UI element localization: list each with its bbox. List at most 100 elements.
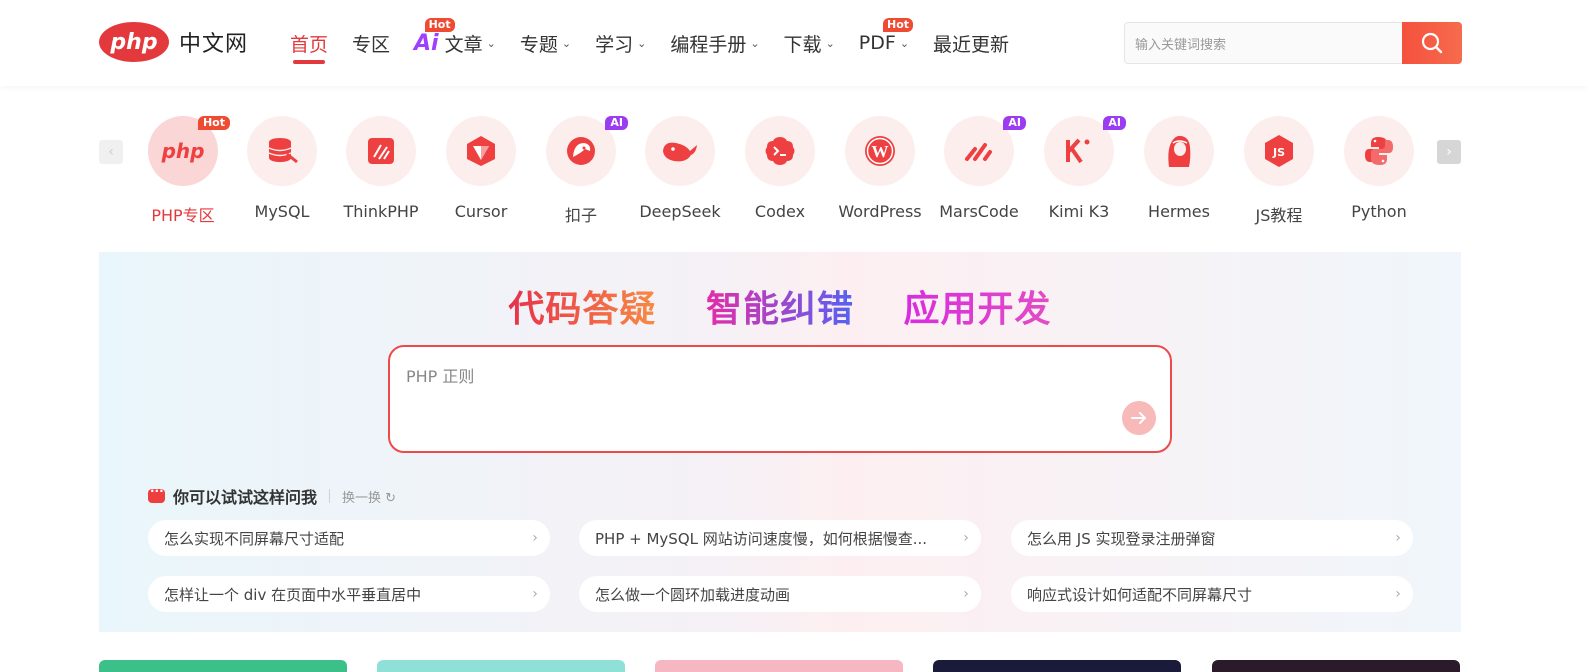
nav-learn-label: 学习 bbox=[595, 33, 634, 56]
nav-topics[interactable]: 专题 ⌄ bbox=[520, 0, 571, 86]
tool-kimi[interactable]: AI Kimi K3 bbox=[1029, 116, 1129, 221]
svg-text:JS: JS bbox=[1272, 146, 1285, 159]
chevron-right-icon: › bbox=[532, 586, 538, 602]
tool-label: DeepSeek bbox=[639, 202, 721, 221]
nav-pdf[interactable]: PDF ⌄ Hot bbox=[858, 0, 914, 86]
tool-php[interactable]: php Hot PHP专区 bbox=[133, 116, 233, 226]
tool-mysql[interactable]: MySQL bbox=[232, 116, 332, 221]
svg-text:W: W bbox=[872, 142, 889, 161]
tool-deepseek[interactable]: DeepSeek bbox=[630, 116, 730, 221]
tool-codex[interactable]: Codex bbox=[730, 116, 830, 221]
nav-articles-label: 文章 bbox=[444, 33, 483, 56]
refresh-button[interactable]: 换一换 ↻ bbox=[342, 487, 396, 506]
deepseek-icon bbox=[645, 116, 715, 186]
suggestions-title: 你可以试试这样问我 bbox=[173, 488, 318, 507]
slogan-smart-fix: 智能纠错 bbox=[706, 280, 854, 332]
nav-download[interactable]: 下载 ⌄ bbox=[784, 0, 835, 86]
nav-pdf-label: PDF bbox=[858, 32, 896, 54]
tool-label: MarsCode bbox=[939, 202, 1019, 221]
kimi-icon: AI bbox=[1044, 116, 1126, 186]
ai-tag: AI bbox=[605, 116, 628, 130]
tool-label: Cursor bbox=[454, 202, 508, 221]
suggestion-chip[interactable]: PHP + MySQL 网站访问速度慢，如何根据慢查... › bbox=[579, 520, 981, 556]
wordpress-icon: W bbox=[845, 116, 915, 186]
nav-manual-label: 编程手册 bbox=[670, 33, 747, 56]
search-input[interactable]: 输入关键词搜索 bbox=[1124, 22, 1402, 64]
codex-icon bbox=[745, 116, 815, 186]
tool-js[interactable]: JS JS教程 bbox=[1229, 116, 1329, 226]
suggestion-chip[interactable]: 怎么用 JS 实现登录注册弹窗 › bbox=[1011, 520, 1413, 556]
suggestion-text: 怎样让一个 div 在页面中水平垂直居中 bbox=[164, 585, 422, 604]
nav-ai[interactable]: Ai Hot bbox=[414, 0, 455, 86]
tool-label: Codex bbox=[754, 202, 806, 221]
chevron-down-icon: ⌄ bbox=[899, 36, 910, 50]
suggestion-chip[interactable]: 怎么做一个圆环加载进度动画 › bbox=[579, 576, 981, 612]
nav-recent[interactable]: 最近更新 bbox=[933, 0, 1009, 86]
tool-label: JS教程 bbox=[1255, 206, 1303, 225]
tool-label: Hermes bbox=[1148, 202, 1210, 221]
card-edge bbox=[99, 660, 347, 672]
nav-home[interactable]: 首页 bbox=[290, 0, 328, 86]
nav-recent-label: 最近更新 bbox=[933, 33, 1010, 56]
logo-mark: php bbox=[99, 22, 169, 62]
tool-cursor[interactable]: Cursor bbox=[431, 116, 531, 221]
tool-label: MySQL bbox=[254, 202, 310, 221]
nav-articles[interactable]: 文章 ⌄ bbox=[445, 0, 496, 86]
arrow-right-icon bbox=[1131, 412, 1146, 424]
tool-coze[interactable]: AI 扣子 bbox=[531, 116, 631, 226]
chevron-down-icon: ⌄ bbox=[486, 36, 496, 50]
send-button[interactable] bbox=[1122, 401, 1156, 435]
chevron-right-icon: › bbox=[1395, 530, 1401, 546]
js-icon: JS bbox=[1244, 116, 1314, 186]
chat-bubble-icon bbox=[148, 484, 165, 503]
hot-badge: Hot bbox=[883, 18, 914, 32]
carousel-prev-button[interactable]: ‹ bbox=[99, 140, 123, 164]
chevron-right-icon: › bbox=[963, 530, 969, 546]
ai-tag: AI bbox=[1003, 116, 1026, 130]
chevron-down-icon: ⌄ bbox=[561, 36, 572, 50]
site-logo[interactable]: php 中文网 bbox=[99, 22, 248, 62]
tool-hermes[interactable]: Hermes bbox=[1129, 116, 1229, 221]
search-button[interactable] bbox=[1402, 22, 1462, 64]
ask-textarea[interactable]: PHP 正则 bbox=[388, 345, 1172, 453]
nav-zone[interactable]: 专区 bbox=[352, 0, 390, 86]
slogan-app-dev: 应用开发 bbox=[904, 280, 1052, 332]
suggestion-chip[interactable]: 响应式设计如何适配不同屏幕尺寸 › bbox=[1011, 576, 1413, 612]
ai-logo-icon: Ai bbox=[414, 30, 439, 56]
php-icon: php Hot bbox=[148, 116, 230, 186]
suggestion-chip[interactable]: 怎么实现不同屏幕尺寸适配 › bbox=[148, 520, 550, 556]
tool-wordpress[interactable]: W WordPress bbox=[830, 116, 930, 221]
suggestion-text: PHP + MySQL 网站访问速度慢，如何根据慢查... bbox=[595, 529, 928, 548]
tool-label: Python bbox=[1351, 202, 1407, 221]
nav-learn[interactable]: 学习 ⌄ bbox=[595, 0, 646, 86]
tool-python[interactable]: Python bbox=[1329, 116, 1429, 221]
ai-ask-panel: 代码答疑 智能纠错 应用开发 PHP 正则 你可以试试这样问我 换一换 ↻ 怎么… bbox=[99, 252, 1461, 632]
card-edge bbox=[655, 660, 903, 672]
divider bbox=[329, 489, 331, 503]
coze-icon: AI bbox=[546, 116, 628, 186]
suggestion-text: 怎么用 JS 实现登录注册弹窗 bbox=[1027, 529, 1216, 548]
suggestion-text: 怎么实现不同屏幕尺寸适配 bbox=[164, 529, 345, 548]
suggestion-chip[interactable]: 怎样让一个 div 在页面中水平垂直居中 › bbox=[148, 576, 550, 612]
chevron-down-icon: ⌄ bbox=[637, 36, 647, 50]
suggestion-text: 响应式设计如何适配不同屏幕尺寸 bbox=[1027, 585, 1253, 604]
nav-topics-label: 专题 bbox=[519, 33, 558, 56]
card-edge bbox=[377, 660, 625, 672]
nav-zone-label: 专区 bbox=[352, 33, 391, 56]
python-icon bbox=[1344, 116, 1414, 186]
slogan-row: 代码答疑 智能纠错 应用开发 bbox=[99, 280, 1461, 332]
ai-tag: AI bbox=[1103, 116, 1126, 130]
carousel-next-button[interactable]: › bbox=[1437, 140, 1461, 164]
tool-label: WordPress bbox=[838, 202, 922, 221]
chevron-right-icon: › bbox=[532, 530, 538, 546]
hermes-icon bbox=[1144, 116, 1214, 186]
tool-label: PHP专区 bbox=[151, 206, 215, 225]
main-nav: 首页 专区 Ai Hot 文章 ⌄ 专题 ⌄ 学习 ⌄ 编程手册 ⌄ 下载 ⌄ bbox=[290, 0, 1033, 86]
hot-tag: Hot bbox=[197, 116, 230, 130]
tool-label: 扣子 bbox=[564, 206, 597, 225]
chevron-down-icon: ⌄ bbox=[825, 36, 835, 50]
nav-manual[interactable]: 编程手册 ⌄ bbox=[670, 0, 759, 86]
tool-marscode[interactable]: AI MarsCode bbox=[929, 116, 1029, 221]
tool-thinkphp[interactable]: ThinkPHP bbox=[331, 116, 431, 221]
nav-home-label: 首页 bbox=[290, 33, 329, 56]
